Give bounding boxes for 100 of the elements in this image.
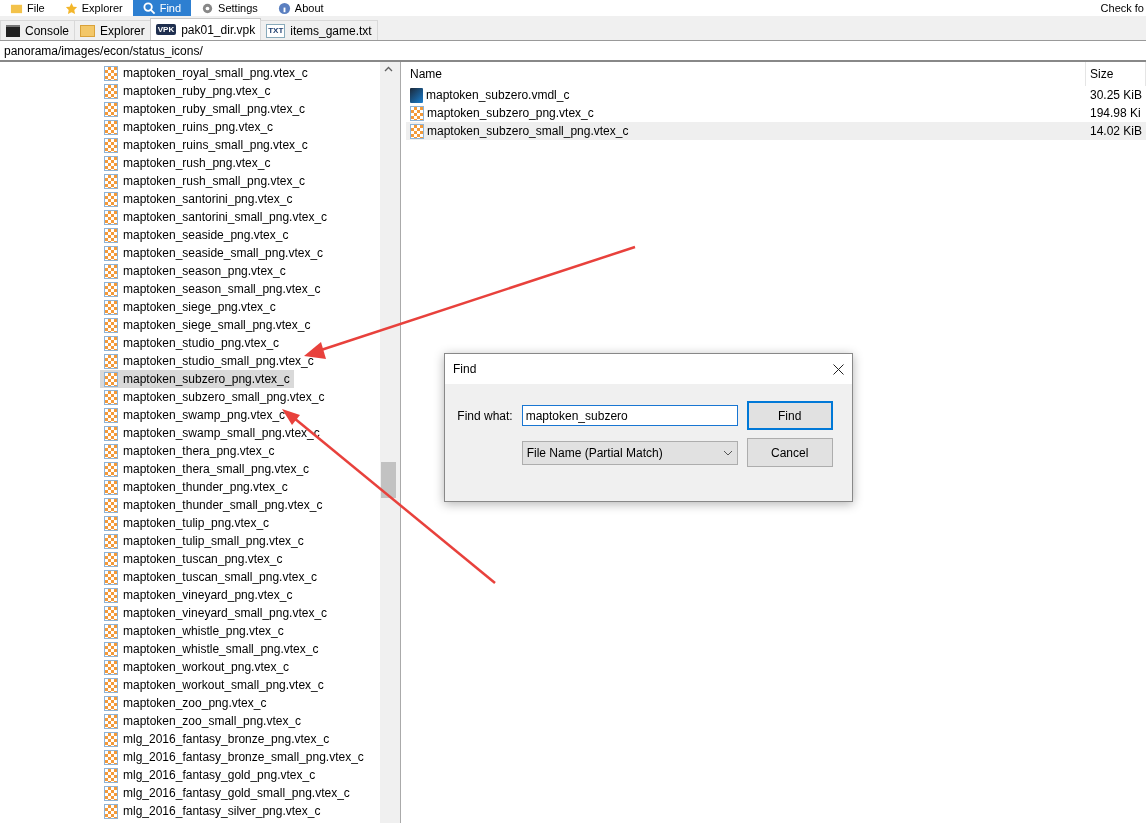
texture-file-icon	[104, 65, 118, 81]
texture-file-icon	[104, 263, 118, 279]
texture-file-icon	[104, 587, 118, 603]
tree-item[interactable]: maptoken_season_png.vtex_c	[100, 262, 290, 280]
texture-file-icon	[410, 105, 424, 121]
file-row[interactable]: maptoken_subzero.vmdl_c 30.25 KiB	[406, 86, 1146, 104]
texture-file-icon	[104, 173, 118, 189]
tree-item[interactable]: maptoken_whistle_small_png.vtex_c	[100, 640, 323, 658]
tree-item[interactable]: maptoken_vineyard_small_png.vtex_c	[100, 604, 332, 622]
file-size: 30.25 KiB	[1089, 88, 1144, 102]
tree-item[interactable]: maptoken_santorini_png.vtex_c	[100, 190, 297, 208]
scrollbar[interactable]	[380, 62, 397, 823]
tab[interactable]: VPK pak01_dir.vpk	[149, 18, 262, 40]
tree-item[interactable]: maptoken_whistle_png.vtex_c	[100, 622, 288, 640]
tree-item[interactable]: maptoken_ruby_small_png.vtex_c	[100, 100, 310, 118]
tree-item[interactable]: maptoken_zoo_png.vtex_c	[100, 694, 271, 712]
field-label: Find what:	[456, 408, 513, 423]
tree-item[interactable]: maptoken_rush_png.vtex_c	[100, 154, 275, 172]
tree-item[interactable]: maptoken_ruins_small_png.vtex_c	[100, 136, 312, 154]
texture-file-icon	[104, 83, 118, 99]
tree-item[interactable]: maptoken_workout_png.vtex_c	[100, 658, 294, 676]
tree-item[interactable]: maptoken_tulip_small_png.vtex_c	[100, 532, 308, 550]
texture-file-icon	[104, 209, 118, 225]
texture-file-icon	[104, 245, 118, 261]
tree-item[interactable]: mlg_2016_fantasy_bronze_small_png.vtex_c	[100, 748, 368, 766]
scrollbar-thumb[interactable]	[381, 462, 396, 498]
scroll-up-icon[interactable]	[384, 66, 393, 72]
menu-item[interactable]: Settings	[191, 0, 268, 16]
file-row[interactable]: maptoken_subzero_png.vtex_c 194.98 Ki	[406, 104, 1146, 122]
menu-item[interactable]: File	[0, 0, 55, 16]
texture-file-icon	[104, 641, 118, 657]
tree-item[interactable]: maptoken_thera_small_png.vtex_c	[100, 460, 314, 478]
texture-file-icon	[104, 389, 118, 405]
tab[interactable]: Explorer	[74, 20, 151, 40]
tree-item[interactable]: maptoken_ruins_png.vtex_c	[100, 118, 278, 136]
texture-file-icon	[104, 461, 118, 477]
tree-item[interactable]: maptoken_thera_png.vtex_c	[100, 442, 279, 460]
menu-item[interactable]: Explorer	[54, 0, 133, 16]
menu-item[interactable]: About	[267, 0, 334, 16]
folder-icon	[80, 24, 96, 37]
tree-item[interactable]: maptoken_siege_small_png.vtex_c	[100, 316, 315, 334]
tree-item[interactable]: maptoken_vineyard_png.vtex_c	[100, 586, 297, 604]
close-icon[interactable]	[833, 363, 844, 375]
tree-item[interactable]: maptoken_studio_small_png.vtex_c	[100, 352, 318, 370]
tree-item[interactable]: maptoken_seaside_png.vtex_c	[100, 226, 293, 244]
star-icon	[64, 1, 78, 15]
texture-file-icon	[104, 659, 118, 675]
texture-file-icon	[104, 281, 118, 297]
tree-item[interactable]: maptoken_ruby_png.vtex_c	[100, 82, 275, 100]
tree-item[interactable]: maptoken_zoo_small_png.vtex_c	[100, 712, 306, 730]
texture-file-icon	[104, 605, 118, 621]
match-mode-dropdown[interactable]: File Name (Partial Match)	[521, 440, 738, 465]
tree-item[interactable]: maptoken_siege_png.vtex_c	[100, 298, 280, 316]
texture-file-icon	[104, 191, 118, 207]
column-header[interactable]: Size	[1086, 62, 1146, 86]
tree-item[interactable]: maptoken_santorini_small_png.vtex_c	[100, 208, 332, 226]
texture-file-icon	[104, 569, 118, 585]
texture-file-icon	[104, 713, 118, 729]
tree-item[interactable]: maptoken_swamp_png.vtex_c	[100, 406, 290, 424]
texture-file-icon	[104, 227, 118, 243]
tab[interactable]: Console	[0, 20, 76, 40]
find-what-field[interactable]: maptoken_subzero	[521, 405, 738, 426]
tree-item[interactable]: maptoken_season_small_png.vtex_c	[100, 280, 325, 298]
file-name: maptoken_subzero.vmdl_c	[426, 88, 570, 102]
tree-item[interactable]: maptoken_rush_small_png.vtex_c	[100, 172, 310, 190]
texture-file-icon	[104, 317, 118, 333]
tree-item[interactable]: maptoken_subzero_small_png.vtex_c	[100, 388, 329, 406]
tree-item[interactable]: maptoken_subzero_png.vtex_c	[100, 370, 294, 388]
texture-file-icon	[104, 371, 118, 387]
texture-file-icon	[104, 299, 118, 315]
tree-item[interactable]: maptoken_tuscan_png.vtex_c	[100, 550, 287, 568]
texture-file-icon	[104, 479, 118, 495]
tree-item[interactable]: maptoken_tuscan_small_png.vtex_c	[100, 568, 322, 586]
tree-item[interactable]: mlg_2016_fantasy_bronze_png.vtex_c	[100, 730, 334, 748]
tree-item[interactable]: maptoken_royal_small_png.vtex_c	[100, 64, 312, 82]
texture-file-icon	[104, 695, 118, 711]
tab[interactable]: TXT items_game.txt	[260, 20, 378, 40]
cancel-button[interactable]: Cancel	[746, 438, 833, 467]
tree-item[interactable]: maptoken_thunder_small_png.vtex_c	[100, 496, 327, 514]
tree-item[interactable]: mlg_2016_fantasy_gold_small_png.vtex_c	[100, 784, 354, 802]
menu-item[interactable]: Check fo	[1090, 0, 1146, 16]
texture-file-icon	[104, 407, 118, 423]
menu-item[interactable]: Find	[132, 0, 192, 16]
tree-item[interactable]: mlg_2016_fantasy_silver_png.vtex_c	[100, 802, 325, 820]
tree-item[interactable]: maptoken_thunder_png.vtex_c	[100, 478, 292, 496]
tree-item[interactable]: maptoken_studio_png.vtex_c	[100, 334, 284, 352]
texture-file-icon	[104, 101, 118, 117]
column-header[interactable]: Name	[406, 62, 1086, 86]
file-row[interactable]: maptoken_subzero_small_png.vtex_c 14.02 KiB	[406, 122, 1146, 140]
terminal-icon	[6, 24, 20, 37]
find-button[interactable]: Find	[746, 401, 833, 430]
caret-icon	[722, 449, 733, 456]
tree-item[interactable]: mlg_2016_fantasy_gold_png.vtex_c	[100, 766, 320, 784]
tree-item[interactable]: maptoken_tulip_png.vtex_c	[100, 514, 274, 532]
texture-file-icon	[104, 353, 118, 369]
tree-item[interactable]: maptoken_workout_small_png.vtex_c	[100, 676, 328, 694]
tree-item[interactable]: maptoken_seaside_small_png.vtex_c	[100, 244, 328, 262]
texture-file-icon	[104, 731, 118, 747]
vpk-icon: VPK	[155, 24, 177, 35]
file-size: 194.98 Ki	[1089, 106, 1142, 120]
